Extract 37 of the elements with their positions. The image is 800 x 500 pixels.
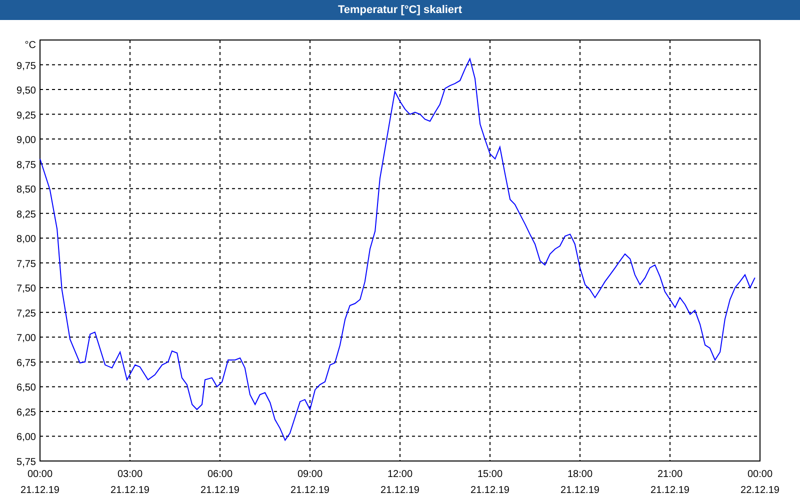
y-tick-label: 5,75 (16, 457, 36, 468)
y-tick-label: 8,50 (16, 184, 36, 196)
y-tick-label: 9,50 (16, 86, 36, 97)
x-date-label: 21.12.19 (560, 485, 600, 496)
y-tick-label: 6,25 (16, 407, 36, 418)
x-tick-label: 03:00 (117, 469, 143, 480)
x-date-label: 21.12.19 (470, 485, 510, 496)
x-tick-label: 12:00 (387, 469, 413, 480)
x-date-label: 21.12.19 (380, 485, 420, 496)
y-tick-label: 9,00 (16, 135, 36, 146)
y-tick-label: 9,75 (16, 60, 36, 72)
y-tick-label: 7,00 (16, 333, 36, 344)
x-tick-label: 00:00 (27, 469, 53, 480)
x-tick-label: 21:00 (657, 469, 683, 480)
x-tick-label: 18:00 (567, 469, 593, 480)
y-axis-unit: °C (24, 40, 36, 51)
y-tick-label: 6,50 (16, 382, 36, 394)
x-tick-label: 06:00 (207, 469, 233, 480)
x-date-label: 21.12.19 (110, 485, 150, 496)
y-tick-label: 8,75 (16, 160, 36, 171)
x-date-label: 21.12.19 (200, 485, 240, 496)
y-tick-label: 7,75 (16, 258, 36, 270)
y-tick-label: 6,00 (16, 432, 36, 444)
y-tick-label: 8,25 (16, 209, 36, 220)
y-tick-label: 6,75 (16, 358, 36, 369)
y-tick-label: 9,25 (16, 110, 36, 122)
x-tick-label: 00:00 (747, 469, 773, 480)
y-tick-label: 7,25 (16, 308, 36, 320)
x-date-label: 21.12.19 (20, 485, 60, 496)
x-date-label: 21.12.19 (290, 485, 330, 496)
x-tick-label: 09:00 (297, 469, 323, 480)
y-tick-label: 8,00 (16, 234, 36, 246)
x-date-label: 22.12.19 (740, 485, 780, 496)
x-tick-label: 15:00 (477, 469, 503, 480)
y-tick-label: 7,50 (16, 284, 36, 295)
window-title: Temperatur [°C] skaliert (0, 0, 800, 20)
x-date-label: 21.12.19 (650, 485, 690, 496)
